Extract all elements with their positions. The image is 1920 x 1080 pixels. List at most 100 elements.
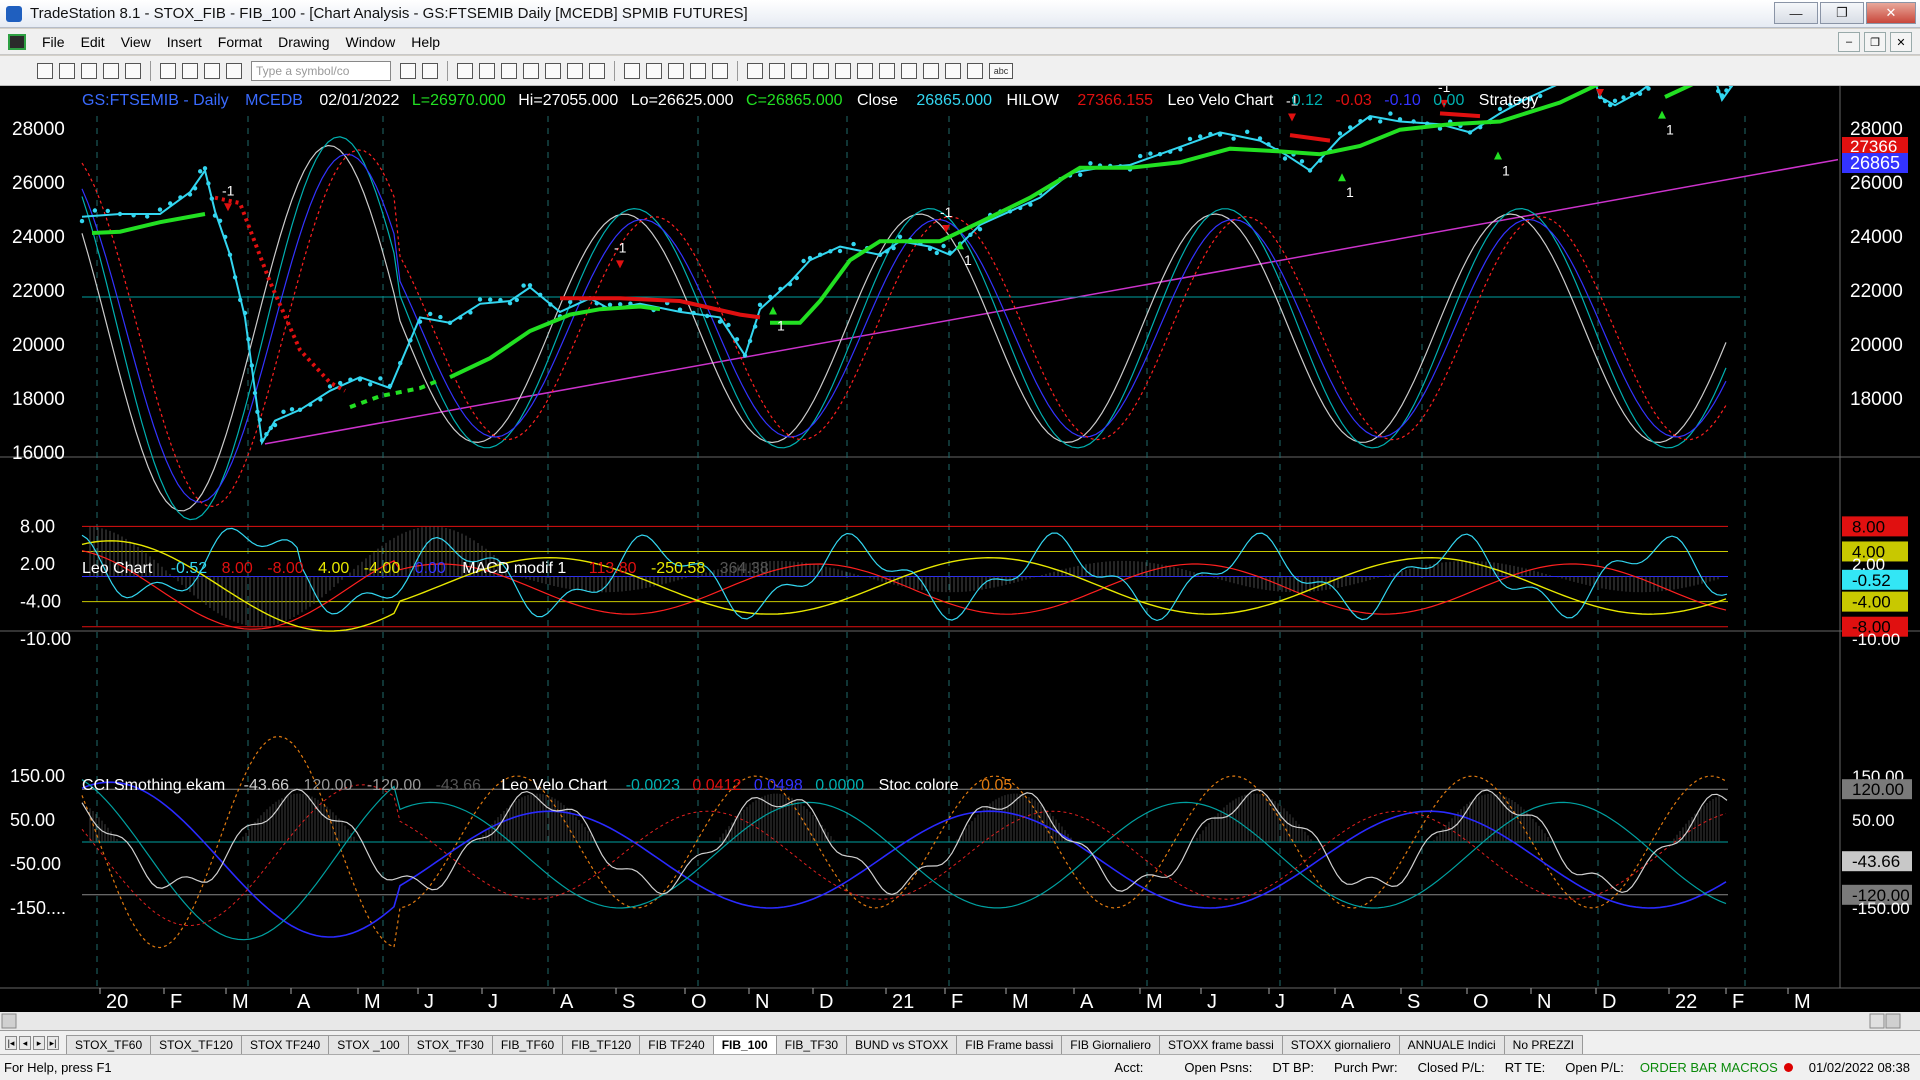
indicator-icon[interactable] [523, 62, 539, 79]
hilow-segment [770, 86, 1600, 325]
price-series[interactable] [79, 86, 1735, 446]
tab-fib-frame-bassi[interactable]: FIB Frame bassi [956, 1035, 1063, 1054]
price-dot [209, 196, 214, 201]
leo-chart-pane[interactable] [81, 525, 1728, 632]
menu-edit[interactable]: Edit [73, 34, 113, 50]
status-macros[interactable]: ORDER BAR MACROS [1634, 1060, 1784, 1075]
price-line[interactable] [81, 86, 1735, 446]
open-icon[interactable] [59, 62, 75, 79]
tab-fib-giornaliero[interactable]: FIB Giornaliero [1061, 1035, 1160, 1054]
cci-pane[interactable] [81, 735, 1728, 949]
doc-minimize-button[interactable]: – [1838, 32, 1860, 52]
candle-chart-icon[interactable] [501, 62, 517, 79]
close-button[interactable]: ✕ [1866, 2, 1916, 24]
tab-no-prezzi[interactable]: No PREZZI [1503, 1035, 1583, 1054]
menu-format[interactable]: Format [210, 34, 270, 50]
doc-restore-button[interactable]: ❐ [1864, 32, 1886, 52]
legend-velo-value: -0.10 [1384, 92, 1421, 109]
doc-close-button[interactable]: ✕ [1890, 32, 1912, 52]
scroll-right-button[interactable] [1885, 1013, 1901, 1029]
tab-stoxx-frame-bassi[interactable]: STOXX frame bassi [1158, 1035, 1283, 1054]
line-chart-icon[interactable] [479, 62, 495, 79]
text-icon[interactable]: abc [989, 62, 1013, 79]
chart-analysis-window[interactable]: -1-11-11-11-11-11-1 28000 26000 [0, 86, 1920, 1030]
menu-insert[interactable]: Insert [159, 34, 210, 50]
oscillator-axis[interactable]: 8.002.00-4.00-10.008.004.002.00-0.52-4.0… [20, 516, 1908, 649]
minimize-button[interactable]: — [1774, 2, 1818, 24]
window-tile-icon[interactable] [589, 62, 605, 79]
tab-annuale-indici[interactable]: ANNUALE Indici [1398, 1035, 1505, 1054]
legend-stoc-label: Stoc colore [879, 777, 959, 794]
zoom-in-icon[interactable] [624, 62, 640, 79]
tab-stoxx-giornaliero[interactable]: STOXX giornaliero [1281, 1035, 1400, 1054]
paste-icon[interactable] [125, 62, 141, 79]
tab-fib-tf240[interactable]: FIB TF240 [639, 1035, 714, 1054]
tab-stox-tf240[interactable]: STOX TF240 [240, 1035, 330, 1054]
tab-prev-button[interactable]: ◂ [19, 1036, 31, 1050]
channel-icon[interactable] [835, 62, 851, 79]
tab-stox-tf120[interactable]: STOX_TF120 [150, 1035, 242, 1054]
symbol-input[interactable]: Type a symbol/co [251, 60, 391, 81]
hammer-icon[interactable] [690, 62, 706, 79]
arc-icon[interactable] [857, 62, 873, 79]
scroll-left-button[interactable] [1, 1013, 17, 1029]
tab-fib-tf60[interactable]: FIB_TF60 [491, 1035, 564, 1054]
tab-bund-vs-stoxx[interactable]: BUND vs STOXX [846, 1035, 958, 1054]
tab-next-button[interactable]: ▸ [33, 1036, 45, 1050]
arrow-down-icon[interactable] [901, 62, 917, 79]
tab-last-button[interactable]: ▸| [47, 1036, 59, 1050]
horizontal-line-icon[interactable] [791, 62, 807, 79]
price-dot [884, 249, 889, 254]
tab-fib-tf120[interactable]: FIB_TF120 [562, 1035, 641, 1054]
scroll-thumb[interactable] [1869, 1013, 1885, 1029]
legend-velo2-value: 0.0412 [692, 777, 741, 794]
price-dot [272, 422, 278, 428]
chart-canvas[interactable]: -1-11-11-11-11-11-1 28000 26000 [0, 86, 1920, 1030]
lock-icon[interactable] [204, 62, 220, 79]
symbol-lookup-icon[interactable] [422, 62, 438, 79]
left-price-axis[interactable]: 28000 26000 24000 22000 20000 18000 1600… [12, 119, 65, 464]
vertical-line-icon[interactable] [769, 62, 785, 79]
maximize-button[interactable]: ❐ [1820, 2, 1864, 24]
tab-fib-tf30[interactable]: FIB_TF30 [775, 1035, 848, 1054]
tab-fib-100[interactable]: FIB_100 [712, 1035, 777, 1054]
pen-icon[interactable] [879, 62, 895, 79]
price-axis[interactable]: 28000 26000 24000 22000 20000 18000 1600… [1842, 119, 1908, 410]
legend-velo-value: 0.00 [1433, 92, 1464, 109]
ellipse-icon[interactable] [945, 62, 961, 79]
new-icon[interactable] [37, 62, 53, 79]
save-icon[interactable] [81, 62, 97, 79]
format-icon[interactable] [567, 62, 583, 79]
print-icon[interactable] [160, 62, 176, 79]
strategy-icon[interactable] [545, 62, 561, 79]
bar-chart-icon[interactable] [457, 62, 473, 79]
data-window-icon[interactable] [712, 62, 728, 79]
menu-file[interactable]: File [34, 34, 73, 50]
chart-document-icon[interactable] [8, 33, 26, 50]
go-arrow-icon[interactable] [400, 62, 416, 79]
palette-icon[interactable] [226, 62, 242, 79]
rectangle-icon[interactable] [967, 62, 983, 79]
tab-stox-100[interactable]: STOX _100 [328, 1035, 409, 1054]
status-dt-bp: DT BP: [1272, 1060, 1315, 1075]
menu-help[interactable]: Help [403, 34, 448, 50]
zoom-out-icon[interactable] [646, 62, 662, 79]
menu-drawing[interactable]: Drawing [270, 34, 337, 50]
tab-stox-tf60[interactable]: STOX_TF60 [66, 1035, 152, 1054]
trendline-icon[interactable] [747, 62, 763, 79]
menu-window[interactable]: Window [338, 34, 404, 50]
menu-view[interactable]: View [113, 34, 159, 50]
fibonacci-icon[interactable] [813, 62, 829, 79]
horizontal-scrollbar[interactable] [0, 1012, 1920, 1030]
price-dot [198, 169, 203, 174]
price-dot [594, 301, 599, 306]
time-axis[interactable]: 20 F M A M J J A S O N D 21 F M A M J J A S O N D 22 F M [99, 988, 1811, 1013]
price-dot [801, 258, 806, 264]
tab-first-button[interactable]: |◂ [5, 1036, 17, 1050]
tab-stox-tf30[interactable]: STOX_TF30 [407, 1035, 493, 1054]
pointer-icon[interactable] [668, 62, 684, 79]
short-signal-label: -1 [222, 182, 235, 198]
arrow-up-icon[interactable] [923, 62, 939, 79]
print-preview-icon[interactable] [182, 62, 198, 79]
copy-icon[interactable] [103, 62, 119, 79]
